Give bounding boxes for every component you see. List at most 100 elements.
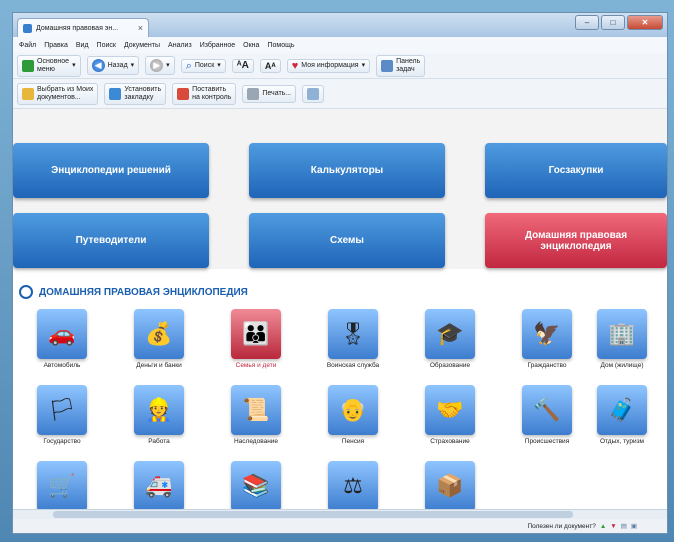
font-increase-icon: ᴬA [236, 59, 249, 71]
chevron-down-icon: ▾ [72, 61, 76, 69]
tile-guides-label: Путеводители [75, 235, 147, 246]
print-button[interactable]: Печать... [242, 84, 297, 103]
forward-button[interactable]: ▶ ▾ [145, 56, 175, 75]
topic-military[interactable]: 🎖 Воинская служба [308, 309, 398, 369]
choose-docs-button[interactable]: Выбрать из Моих документов... [17, 82, 99, 105]
close-button[interactable]: ✕ [627, 15, 663, 30]
topic-documents[interactable]: 📚 [211, 461, 301, 511]
section-title: ДОМАШНЯЯ ПРАВОВАЯ ЭНЦИКЛОПЕДИЯ [39, 286, 248, 298]
menu-documents[interactable]: Документы [124, 42, 160, 49]
tile-encyclopedia[interactable]: Энциклопедии решений [13, 143, 209, 198]
topic-inheritance[interactable]: 📜 Наследование [211, 385, 301, 445]
menu-windows[interactable]: Окна [243, 42, 259, 49]
thumb-up-icon[interactable]: ▲ [600, 523, 606, 530]
pensioner-icon: 👴 [328, 385, 378, 435]
minimize-button[interactable]: – [575, 15, 599, 30]
scrollbar-thumb[interactable] [53, 511, 573, 518]
layout-icon[interactable]: ▤ [621, 522, 627, 530]
tab-close-icon[interactable]: × [138, 23, 143, 33]
box-icon: 📦 [425, 461, 475, 511]
menu-favorites[interactable]: Избранное [200, 42, 235, 49]
feedback-question: Полезен ли документ? [527, 522, 596, 530]
font-increase-button[interactable]: ᴬA [231, 58, 254, 73]
folder-icon [22, 87, 34, 100]
basic-menu-label: Основное меню [37, 57, 70, 73]
forward-arrow-icon: ▶ [150, 59, 164, 72]
task-panel-button[interactable]: Панель задач [376, 54, 426, 77]
topic-label: Пенсия [341, 438, 365, 445]
topic-family[interactable]: 👪 Семья и дети [211, 309, 301, 369]
font-decrease-button[interactable]: Aᴬ [259, 58, 281, 73]
flag-icon: 🏳 [37, 385, 87, 435]
menu-help[interactable]: Помощь [267, 42, 294, 49]
tile-calculators[interactable]: Калькуляторы [249, 143, 445, 198]
topic-label: Наследование [233, 438, 279, 445]
menu-view[interactable]: Вид [76, 42, 89, 49]
thumb-down-icon[interactable]: ▼ [610, 523, 616, 530]
task-panel-icon [381, 59, 394, 72]
topic-education[interactable]: 🎓 Образование [405, 309, 495, 369]
main-content: Энциклопедии решений Калькуляторы Госзак… [13, 109, 667, 511]
tile-guides[interactable]: Путеводители [13, 213, 209, 268]
heart-icon: ♥ [291, 59, 299, 72]
search-button[interactable]: ⌕ Поиск ▾ [180, 58, 226, 73]
document-tab[interactable]: Домашняя правовая эн... × [17, 18, 149, 37]
menu-analysis[interactable]: Анализ [168, 42, 192, 49]
back-button[interactable]: ◀ Назад ▾ [86, 56, 140, 75]
status-bar: Полезен ли документ? ▲ ▼ ▤ ▣ [13, 519, 667, 533]
justice-icon: ⚖ [328, 461, 378, 511]
graduation-cap-icon: 🎓 [425, 309, 475, 359]
back-arrow-icon: ◀ [91, 59, 105, 72]
tile-schemes[interactable]: Схемы [249, 213, 445, 268]
document-toolbar: Выбрать из Моих документов... Установить… [13, 79, 667, 109]
ambulance-icon: 🚑 [134, 461, 184, 511]
topic-other[interactable]: 📦 [405, 461, 495, 511]
tile-home-law[interactable]: Домашняя правовая энциклопедия [485, 213, 667, 268]
topic-housing[interactable]: 🏢 Дом (жилище) [577, 309, 667, 369]
inheritance-icon: 📜 [231, 385, 281, 435]
topic-label: Автомобиль [43, 362, 81, 369]
chevron-down-icon: ▾ [166, 61, 170, 69]
font-decrease-icon: Aᴬ [264, 60, 276, 71]
bookmark-button[interactable]: Установить закладку [104, 82, 167, 105]
tile-procurement[interactable]: Госзакупки [485, 143, 667, 198]
tile-schemes-label: Схемы [330, 235, 364, 246]
topic-label: Гражданство [527, 362, 567, 369]
home-menu-icon [22, 59, 34, 72]
topic-pension[interactable]: 👴 Пенсия [308, 385, 398, 445]
car-icon: 🚗 [37, 309, 87, 359]
topic-agriculture[interactable]: 🛒 [17, 461, 107, 511]
coat-of-arms-icon: 🦅 [522, 309, 572, 359]
topic-insurance[interactable]: 🤝 Страхование [405, 385, 495, 445]
gavel-icon: 🔨 [522, 385, 572, 435]
choose-docs-label: Выбрать из Моих документов... [37, 85, 94, 101]
topic-state[interactable]: 🏳 Государство [17, 385, 107, 445]
bookmark-icon [109, 87, 122, 100]
basic-menu-button[interactable]: Основное меню ▾ [17, 54, 81, 77]
control-button[interactable]: Поставить на контроль [172, 82, 237, 105]
export-icon [307, 87, 320, 100]
topic-justice[interactable]: ⚖ [308, 461, 398, 511]
menu-edit[interactable]: Правка [44, 42, 68, 49]
topic-label: Дом (жилище) [600, 362, 644, 369]
wheelbarrow-icon: 🛒 [37, 461, 87, 511]
suitcase-icon: 🧳 [597, 385, 647, 435]
topic-health[interactable]: 🚑 [114, 461, 204, 511]
topic-label: Работа [148, 438, 170, 445]
tile-calculators-label: Калькуляторы [310, 165, 384, 176]
app-window: Домашняя правовая эн... × – □ ✕ Файл Пра… [12, 12, 668, 534]
bookmark-label: Установить закладку [124, 85, 162, 101]
my-info-button[interactable]: ♥ Моя информация ▾ [286, 58, 371, 73]
topic-work[interactable]: 👷 Работа [114, 385, 204, 445]
topic-money[interactable]: 💰 Деньги и банки [114, 309, 204, 369]
zoom-icon[interactable]: ▣ [631, 522, 637, 530]
tile-home-law-label: Домашняя правовая энциклопедия [524, 229, 628, 252]
print-label: Печать... [262, 89, 292, 97]
topic-car[interactable]: 🚗 Автомобиль [17, 309, 107, 369]
maximize-button[interactable]: □ [601, 15, 625, 30]
topic-travel[interactable]: 🧳 Отдых, туризм [577, 385, 667, 445]
control-icon [177, 87, 190, 100]
menu-search[interactable]: Поиск [97, 42, 116, 49]
export-button[interactable] [302, 84, 325, 103]
menu-file[interactable]: Файл [19, 42, 36, 49]
